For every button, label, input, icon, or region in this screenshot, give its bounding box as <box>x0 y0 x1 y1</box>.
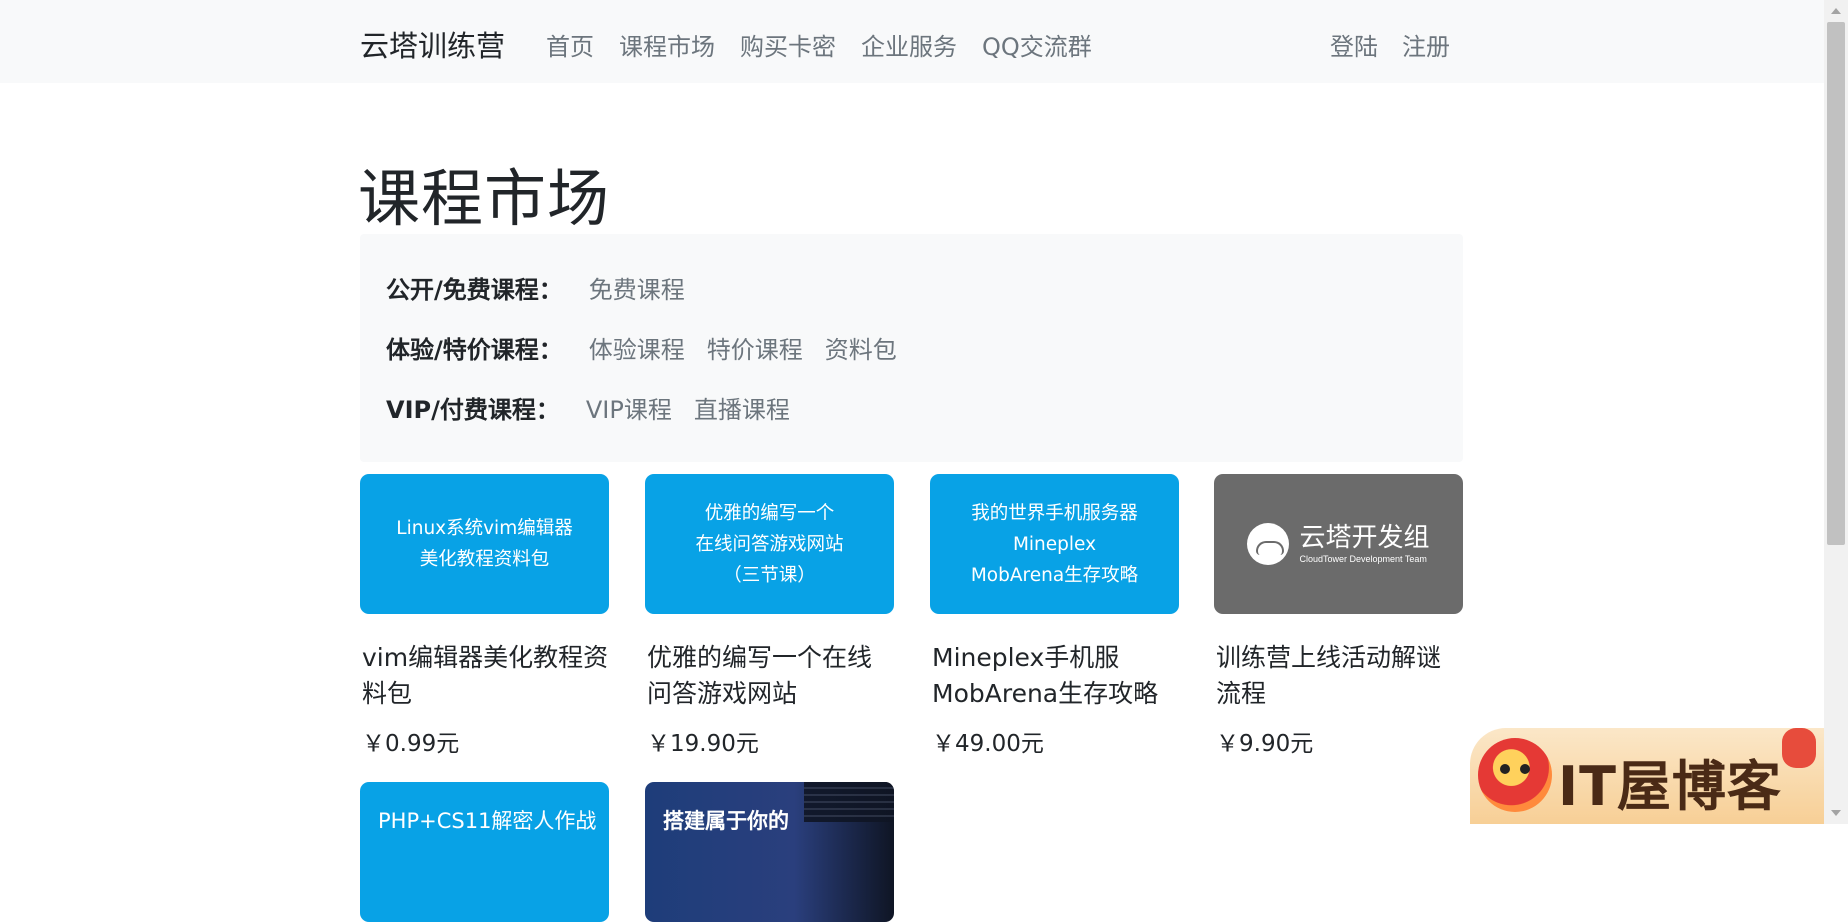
course-thumbnail-text: 搭建属于你的 <box>663 809 789 833</box>
scroll-down-arrow-icon[interactable] <box>1831 810 1841 816</box>
course-card[interactable]: 我的世界手机服务器 Mineplex MobArena生存攻略 Mineplex… <box>930 474 1179 758</box>
scrollbar-thumb[interactable] <box>1827 22 1845 545</box>
nav-link-course-market[interactable]: 课程市场 <box>619 27 715 62</box>
nav-link-buy-card[interactable]: 购买卡密 <box>740 27 836 62</box>
course-thumbnail[interactable]: 我的世界手机服务器 Mineplex MobArena生存攻略 <box>930 474 1179 614</box>
filter-live-courses[interactable]: 直播课程 <box>694 390 790 425</box>
nav-link-qq-group[interactable]: QQ交流群 <box>982 27 1092 62</box>
lion-dance-icon <box>1478 738 1552 812</box>
course-title[interactable]: vim编辑器美化教程资料包 <box>360 640 609 712</box>
page-scrollbar[interactable] <box>1824 0 1848 824</box>
course-card[interactable]: 云塔开发组 CloudTower Development Team 训练营上线活… <box>1214 474 1463 758</box>
course-card[interactable]: Linux系统vim编辑器 美化教程资料包 vim编辑器美化教程资料包 ￥0.9… <box>360 474 609 758</box>
filter-row-vip: VIP/付费课程： VIP课程 直播课程 <box>386 390 812 425</box>
course-thumbnail[interactable]: PHP+CS11解密人作战 <box>360 782 609 922</box>
brand-logo-text[interactable]: 云塔训练营 <box>360 23 505 65</box>
blog-watermark: IT屋博客 <box>1470 728 1824 824</box>
course-price: ￥19.90元 <box>647 731 759 757</box>
nav-link-home[interactable]: 首页 <box>546 27 594 62</box>
course-thumbnail-text: Linux系统vim编辑器 美化教程资料包 <box>396 518 573 570</box>
course-thumbnail[interactable]: 搭建属于你的 <box>645 782 894 922</box>
top-navbar: 云塔训练营 首页 课程市场 购买卡密 企业服务 QQ交流群 登陆 注册 <box>0 0 1824 83</box>
filter-vip-courses[interactable]: VIP课程 <box>586 390 672 425</box>
watermark-text: IT屋博客 <box>1558 755 1782 818</box>
filter-discount-courses[interactable]: 特价课程 <box>707 330 803 365</box>
nav-links: 首页 课程市场 购买卡密 企业服务 QQ交流群 <box>546 27 1092 62</box>
filter-materials[interactable]: 资料包 <box>825 330 897 365</box>
cloud-logo-icon <box>1247 523 1290 565</box>
page-title: 课程市场 <box>358 162 611 235</box>
filter-label: 公开/免费课程： <box>386 276 563 304</box>
filter-row-trial: 体验/特价课程： 体验课程 特价课程 资料包 <box>386 330 919 365</box>
filter-label: VIP/付费课程： <box>386 396 560 424</box>
scroll-up-arrow-icon[interactable] <box>1831 8 1841 14</box>
register-link[interactable]: 注册 <box>1402 27 1450 62</box>
course-card[interactable]: PHP+CS11解密人作战 <box>360 782 609 922</box>
filter-row-free: 公开/免费课程： 免费课程 <box>386 270 707 305</box>
auth-links: 登陆 注册 <box>1330 27 1450 62</box>
course-price: ￥9.90元 <box>1216 731 1314 757</box>
course-thumbnail-text: 优雅的编写一个 在线问答游戏网站 （三节课） <box>695 502 844 586</box>
course-thumbnail-text: 我的世界手机服务器 Mineplex MobArena生存攻略 <box>970 502 1139 586</box>
login-link[interactable]: 登陆 <box>1330 27 1378 62</box>
filter-trial-courses[interactable]: 体验课程 <box>589 330 685 365</box>
dev-group-logo: 云塔开发组 CloudTower Development Team <box>1247 523 1430 565</box>
lantern-icon <box>1782 728 1816 768</box>
course-card[interactable]: 优雅的编写一个 在线问答游戏网站 （三节课） 优雅的编写一个在线问答游戏网站 ￥… <box>645 474 894 758</box>
course-card[interactable]: 搭建属于你的 <box>645 782 894 922</box>
course-title[interactable]: Mineplex手机服MobArena生存攻略 <box>930 640 1179 712</box>
category-filter-panel: 公开/免费课程： 免费课程 体验/特价课程： 体验课程 特价课程 资料包 VIP… <box>360 234 1463 462</box>
logo-name: 云塔开发组 <box>1299 523 1430 553</box>
course-thumbnail[interactable]: 优雅的编写一个 在线问答游戏网站 （三节课） <box>645 474 894 614</box>
filter-label: 体验/特价课程： <box>386 336 563 364</box>
course-thumbnail-text: PHP+CS11解密人作战 <box>378 809 597 833</box>
course-title[interactable]: 优雅的编写一个在线问答游戏网站 <box>645 640 894 712</box>
code-background-image <box>804 782 894 822</box>
nav-link-enterprise[interactable]: 企业服务 <box>861 27 957 62</box>
course-title[interactable]: 训练营上线活动解谜流程 <box>1214 640 1463 712</box>
course-thumbnail[interactable]: 云塔开发组 CloudTower Development Team <box>1214 474 1463 614</box>
course-price: ￥0.99元 <box>362 731 460 757</box>
course-thumbnail[interactable]: Linux系统vim编辑器 美化教程资料包 <box>360 474 609 614</box>
filter-free-courses[interactable]: 免费课程 <box>589 270 685 305</box>
course-price: ￥49.00元 <box>932 731 1044 757</box>
logo-subtitle: CloudTower Development Team <box>1299 554 1427 564</box>
